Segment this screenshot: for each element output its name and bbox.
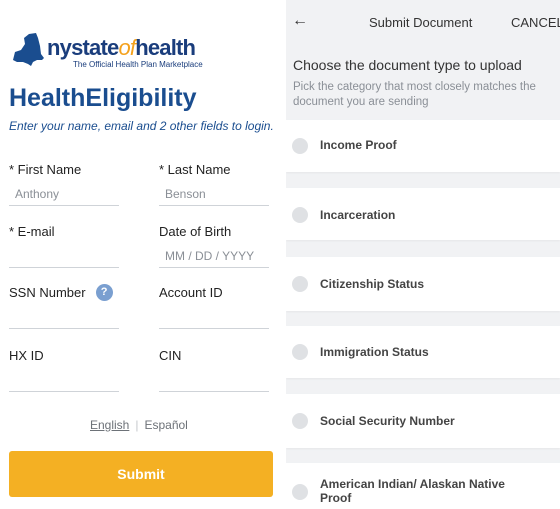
login-instructions: Enter your name, email and 2 other field… (9, 119, 274, 133)
choose-heading: Choose the document type to upload (293, 57, 522, 73)
first-name-input[interactable] (9, 182, 119, 206)
doc-type-option-citizenship-status[interactable]: Citizenship Status (286, 257, 560, 311)
hx-id-label: HX ID (9, 347, 44, 363)
hx-id-field: HX ID (9, 346, 119, 392)
cin-label: CIN (159, 347, 182, 363)
first-name-field: * First Name (9, 160, 119, 206)
choose-help-text: Pick the category that most closely matc… (293, 81, 536, 108)
account-id-input[interactable] (159, 305, 269, 329)
email-field: * E-mail (9, 222, 119, 268)
doc-type-label: Incarceration (320, 208, 396, 222)
account-id-label: Account ID (159, 284, 223, 300)
header-title: Submit Document (369, 15, 473, 30)
doc-type-option-incarceration[interactable]: Incarceration (286, 188, 560, 240)
arrow-left-icon[interactable]: ← (292, 12, 308, 30)
language-separator: | (135, 418, 139, 432)
doc-type-option-social-security-number[interactable]: Social Security Number (286, 394, 560, 448)
dob-input[interactable] (159, 244, 269, 268)
ssn-label: SSN Number (9, 284, 86, 300)
doc-type-label: American Indian/ Alaskan Native Proof (320, 477, 505, 505)
last-name-label: * Last Name (159, 161, 231, 177)
doc-type-label: Citizenship Status (320, 277, 425, 291)
doc-type-option-income-proof[interactable]: Income Proof (286, 120, 560, 172)
radio-icon[interactable] (292, 484, 308, 500)
ny-state-map-icon (13, 33, 44, 66)
doc-type-label: Immigration Status (320, 345, 429, 359)
language-spanish-link[interactable]: Español (144, 418, 187, 432)
doc-type-label: Social Security Number (320, 414, 455, 428)
help-icon[interactable]: ? (95, 283, 113, 301)
hx-id-input[interactable] (9, 368, 119, 392)
logo-tagline: The Official Health Plan Marketplace (73, 60, 203, 69)
radio-icon[interactable] (292, 344, 308, 360)
radio-icon[interactable] (292, 138, 308, 154)
doc-type-label: Income Proof (320, 138, 397, 152)
first-name-label: * First Name (9, 161, 82, 177)
last-name-input[interactable] (159, 182, 269, 206)
radio-icon[interactable] (292, 207, 308, 223)
ssn-field: SSN Number ? (9, 283, 119, 329)
submit-button[interactable]: Submit (9, 451, 273, 497)
submit-document-panel: ← Submit Document CANCEL Choose the docu… (286, 0, 560, 509)
ssn-label-row: SSN Number ? (9, 283, 119, 301)
doc-type-option-immigration-status[interactable]: Immigration Status (286, 326, 560, 378)
ssn-input[interactable] (9, 305, 119, 329)
radio-icon[interactable] (292, 276, 308, 292)
email-label: * E-mail (9, 223, 55, 239)
language-switcher: English | Español (90, 418, 188, 432)
cin-field: CIN (159, 346, 269, 392)
login-panel: nystateofhealth The Official Health Plan… (0, 0, 286, 509)
logo-wordmark: nystateofhealth (47, 35, 196, 60)
doc-type-option-american-indian-alaskan-native-proof[interactable]: American Indian/ Alaskan Native Proof (286, 463, 560, 509)
email-input[interactable] (9, 244, 119, 268)
last-name-field: * Last Name (159, 160, 269, 206)
radio-icon[interactable] (292, 413, 308, 429)
nystateofhealth-logo: nystateofhealth The Official Health Plan… (9, 30, 279, 70)
submit-document-header: ← Submit Document CANCEL (286, 0, 560, 46)
cin-input[interactable] (159, 368, 269, 392)
account-id-field: Account ID (159, 283, 269, 329)
language-english-link[interactable]: English (90, 418, 129, 432)
cancel-button[interactable]: CANCEL (511, 15, 560, 30)
dob-field: Date of Birth (159, 222, 269, 268)
dob-label: Date of Birth (159, 223, 232, 239)
app-title: HealthEligibility (9, 84, 197, 112)
